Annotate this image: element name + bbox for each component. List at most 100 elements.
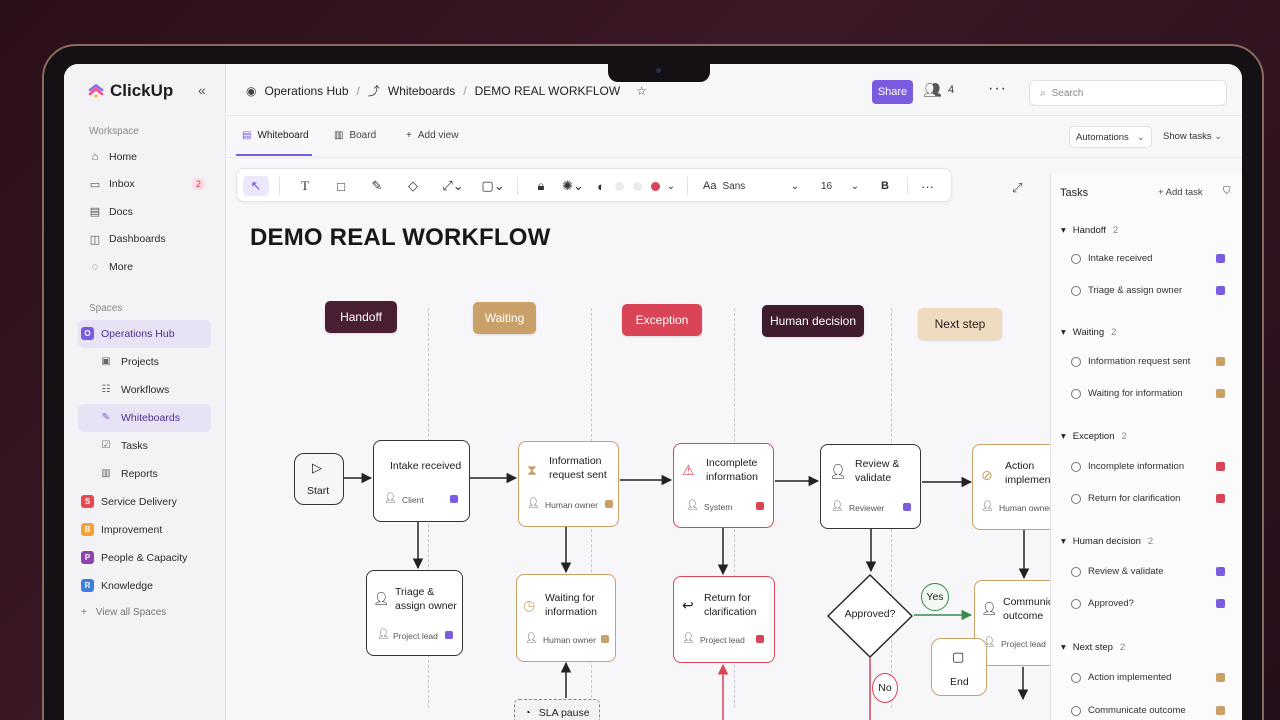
node-review-validate[interactable]: 👤︎ Review & validate 👤︎ Reviewer <box>820 444 921 529</box>
nav-more[interactable]: ◌ More <box>78 253 211 281</box>
task-group-next-step[interactable]: ▾ Next step 2 <box>1061 642 1125 653</box>
task-checkbox[interactable] <box>1071 493 1081 504</box>
board-icon: ▥ <box>334 130 344 141</box>
node-waiting-for-information[interactable]: ◷ Waiting for information 👤︎ Human owner <box>516 574 616 662</box>
docs-icon: ▤ <box>89 206 101 219</box>
task-checkbox[interactable] <box>1071 566 1081 577</box>
space-operations-hub[interactable]: O Operations Hub <box>78 319 211 348</box>
node-owner: Human owner <box>543 635 596 645</box>
sla-pause-note[interactable]: ◔ SLA pause <box>514 699 600 720</box>
task-item[interactable]: Return for clarification <box>1071 493 1235 504</box>
add-view-button[interactable]: + Add view <box>406 130 458 141</box>
space-people-capacity[interactable]: P People & Capacity <box>78 544 211 572</box>
nav-home[interactable]: ⌂ Home <box>78 143 211 171</box>
chevron-down-icon: ▾ <box>1061 642 1066 653</box>
start-node[interactable]: ▷ Start <box>294 453 344 505</box>
logo[interactable]: ClickUp <box>88 78 211 104</box>
node-incomplete-information[interactable]: ⚠︎ Incomplete information 👤︎ System <box>673 443 774 528</box>
node-return-for-clarification[interactable]: ↩ Return for clarification 👤︎ Project le… <box>673 576 775 663</box>
group-count: 2 <box>1147 536 1154 547</box>
space-service-delivery[interactable]: S Service Delivery <box>78 488 211 516</box>
nav-dashboards[interactable]: ◫ Dashboards <box>78 226 211 254</box>
task-item[interactable]: Communicate outcome <box>1071 705 1235 716</box>
group-count: 2 <box>1112 225 1119 236</box>
task-item[interactable]: Triage & assign owner <box>1071 285 1235 296</box>
task-checkbox[interactable] <box>1071 672 1081 683</box>
plus-icon: + <box>1158 187 1166 198</box>
task-item[interactable]: Intake received <box>1071 253 1235 264</box>
sub-item-workflows[interactable]: ☷ Workflows <box>78 376 211 404</box>
person-icon: 👤︎ <box>377 629 390 640</box>
tab-board[interactable]: ▥ Board <box>334 130 376 141</box>
automations-button[interactable]: Automations ⌄ <box>1069 126 1152 148</box>
sub-item-tasks[interactable]: ☑ Tasks <box>78 432 211 460</box>
sub-item-label: Whiteboards <box>121 411 180 424</box>
end-node[interactable]: ▢ End <box>931 638 987 696</box>
node-title: Waiting for information <box>545 592 597 619</box>
node-intake-received[interactable]: Intake received 👤︎ Client <box>373 440 470 522</box>
task-checkbox[interactable] <box>1071 253 1081 264</box>
status-dot <box>605 500 613 508</box>
share-button[interactable]: Share <box>872 80 913 104</box>
view-all-spaces-link[interactable]: + View all Spaces <box>78 600 211 626</box>
whiteboard-canvas[interactable]: DEMO REAL WORKFLOW Handoff Waiting Excep… <box>226 158 1077 720</box>
search-input[interactable]: ⌕ Search <box>1029 80 1227 106</box>
breadcrumb-space[interactable]: Operations Hub <box>264 84 348 98</box>
reports-icon: ▥ <box>101 468 111 479</box>
search-icon: ⌕ <box>1040 87 1046 99</box>
more-options-icon[interactable]: ··· <box>988 80 1007 98</box>
node-owner: Client <box>402 495 424 505</box>
task-checkbox[interactable] <box>1071 705 1081 716</box>
star-icon[interactable]: ☆ <box>636 84 647 98</box>
chevron-down-icon: ▾ <box>1061 327 1066 338</box>
space-label: Knowledge <box>101 579 153 592</box>
members-button[interactable]: 👥︎ 4 <box>923 81 954 99</box>
task-group-exception[interactable]: ▾ Exception 2 <box>1061 431 1127 442</box>
breadcrumb-page[interactable]: DEMO REAL WORKFLOW <box>475 84 621 98</box>
task-checkbox[interactable] <box>1071 388 1081 399</box>
show-tasks-button[interactable]: Show tasks ⌄ <box>1163 131 1222 142</box>
add-task-button[interactable]: + Add task <box>1158 187 1203 198</box>
sub-item-reports[interactable]: ▥ Reports <box>78 460 211 488</box>
task-item[interactable]: Information request sent <box>1071 356 1235 367</box>
automations-label: Automations <box>1076 131 1129 143</box>
task-checkbox[interactable] <box>1071 356 1081 367</box>
space-label: People & Capacity <box>101 551 188 564</box>
nav-label: More <box>109 260 133 273</box>
task-item[interactable]: Waiting for information <box>1071 388 1235 399</box>
node-title: Return for clarification <box>704 592 757 619</box>
task-checkbox[interactable] <box>1071 285 1081 296</box>
sub-item-projects[interactable]: ▣ Projects <box>78 348 211 376</box>
status-dot <box>756 502 764 510</box>
nav-docs[interactable]: ▤ Docs <box>78 198 211 226</box>
node-information-request-sent[interactable]: ⧗ Information request sent 👤︎ Human owne… <box>518 441 619 527</box>
end-label: End <box>950 676 969 688</box>
node-triage-assign-owner[interactable]: 👤︎ Triage & assign owner 👤︎ Project lead <box>366 570 463 656</box>
node-owner: Human owner <box>545 500 598 510</box>
space-knowledge[interactable]: R Knowledge <box>78 572 211 600</box>
return-icon: ↩ <box>682 597 694 613</box>
task-item[interactable]: Review & validate <box>1071 566 1235 577</box>
inbox-badge: 2 <box>191 177 205 190</box>
connectors <box>344 472 1030 720</box>
task-group-handoff[interactable]: ▾ Handoff 2 <box>1061 225 1118 236</box>
task-checkbox[interactable] <box>1071 461 1081 472</box>
whiteboard-icon: ✎ <box>101 412 111 423</box>
plus-icon: + <box>81 607 87 618</box>
breadcrumb-section[interactable]: Whiteboards <box>388 84 455 98</box>
tab-label: Board <box>349 130 377 141</box>
show-tasks-label: Show tasks <box>1163 131 1212 142</box>
task-group-waiting[interactable]: ▾ Waiting 2 <box>1061 327 1116 338</box>
collapse-sidebar-icon[interactable]: « <box>198 82 206 98</box>
tab-whiteboard[interactable]: ▤ Whiteboard <box>242 130 309 141</box>
task-checkbox[interactable] <box>1071 598 1081 609</box>
space-improvement[interactable]: B Improvement <box>78 516 211 544</box>
task-item[interactable]: Action implemented <box>1071 672 1235 683</box>
task-item[interactable]: Approved? <box>1071 598 1235 609</box>
filter-icon[interactable]: ⛉ <box>1223 186 1231 197</box>
task-item[interactable]: Incomplete information <box>1071 461 1235 472</box>
sub-item-whiteboards[interactable]: ✎ Whiteboards <box>78 403 211 432</box>
task-group-human-decision[interactable]: ▾ Human decision 2 <box>1061 536 1153 547</box>
nav-inbox[interactable]: ▭ Inbox 2 <box>78 171 211 199</box>
tab-label: Whiteboard <box>257 130 309 141</box>
